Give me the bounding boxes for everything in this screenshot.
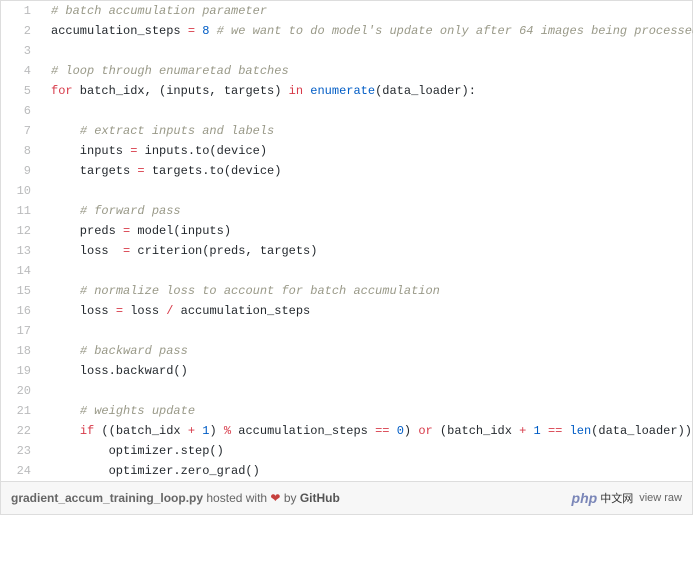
filename-link[interactable]: gradient_accum_training_loop.py — [11, 491, 203, 505]
code-line: 13 loss = criterion(preds, targets) — [1, 241, 692, 261]
line-number: 17 — [1, 321, 41, 341]
code-content: # extract inputs and labels — [41, 121, 274, 141]
heart-icon: ❤ — [270, 491, 280, 505]
gist-container: 1# batch accumulation parameter2accumula… — [0, 0, 693, 515]
line-number: 1 — [1, 1, 41, 21]
code-line: 12 preds = model(inputs) — [1, 221, 692, 241]
code-line: 15 # normalize loss to account for batch… — [1, 281, 692, 301]
code-line: 5for batch_idx, (inputs, targets) in enu… — [1, 81, 692, 101]
line-number: 11 — [1, 201, 41, 221]
line-number: 24 — [1, 461, 41, 481]
line-number: 3 — [1, 41, 41, 61]
logo-cn-text: 中文网 — [600, 490, 633, 506]
line-number: 23 — [1, 441, 41, 461]
code-area: 1# batch accumulation parameter2accumula… — [1, 1, 692, 481]
code-content: # loop through enumaretad batches — [41, 61, 289, 81]
footer-left: gradient_accum_training_loop.py hosted w… — [11, 491, 340, 505]
code-content: if ((batch_idx + 1) % accumulation_steps… — [41, 421, 693, 441]
line-number: 18 — [1, 341, 41, 361]
code-line: 19 loss.backward() — [1, 361, 692, 381]
code-line: 20 — [1, 381, 692, 401]
by-text: by — [280, 491, 299, 505]
code-line: 23 optimizer.step() — [1, 441, 692, 461]
view-raw-link[interactable]: view raw — [639, 492, 682, 504]
code-content: # batch accumulation parameter — [41, 1, 267, 21]
hosted-text: hosted with — [203, 491, 270, 505]
code-content — [41, 261, 51, 281]
code-content: # weights update — [41, 401, 195, 421]
footer-right: php 中文网 view raw — [572, 490, 682, 506]
line-number: 16 — [1, 301, 41, 321]
code-content: # normalize loss to account for batch ac… — [41, 281, 440, 301]
line-number: 20 — [1, 381, 41, 401]
code-line: 2accumulation_steps = 8 # we want to do … — [1, 21, 692, 41]
code-content — [41, 181, 51, 201]
code-line: 14 — [1, 261, 692, 281]
code-content: loss = loss / accumulation_steps — [41, 301, 310, 321]
line-number: 7 — [1, 121, 41, 141]
php-logo[interactable]: php 中文网 — [572, 490, 634, 506]
line-number: 13 — [1, 241, 41, 261]
code-content: # forward pass — [41, 201, 181, 221]
github-link[interactable]: GitHub — [300, 491, 340, 505]
code-content — [41, 381, 51, 401]
code-line: 1# batch accumulation parameter — [1, 1, 692, 21]
code-line: 24 optimizer.zero_grad() — [1, 461, 692, 481]
code-content: for batch_idx, (inputs, targets) in enum… — [41, 81, 476, 101]
code-line: 17 — [1, 321, 692, 341]
line-number: 19 — [1, 361, 41, 381]
gist-footer: gradient_accum_training_loop.py hosted w… — [1, 481, 692, 514]
line-number: 22 — [1, 421, 41, 441]
code-line: 16 loss = loss / accumulation_steps — [1, 301, 692, 321]
code-content: preds = model(inputs) — [41, 221, 231, 241]
code-line: 10 — [1, 181, 692, 201]
code-line: 4# loop through enumaretad batches — [1, 61, 692, 81]
code-content: accumulation_steps = 8 # we want to do m… — [41, 21, 693, 41]
code-line: 9 targets = targets.to(device) — [1, 161, 692, 181]
code-line: 7 # extract inputs and labels — [1, 121, 692, 141]
line-number: 6 — [1, 101, 41, 121]
line-number: 2 — [1, 21, 41, 41]
code-content: # backward pass — [41, 341, 188, 361]
code-content: loss.backward() — [41, 361, 188, 381]
code-content — [41, 41, 51, 61]
logo-php-text: php — [572, 490, 598, 506]
code-content: inputs = inputs.to(device) — [41, 141, 267, 161]
line-number: 4 — [1, 61, 41, 81]
line-number: 9 — [1, 161, 41, 181]
line-number: 12 — [1, 221, 41, 241]
code-content: targets = targets.to(device) — [41, 161, 281, 181]
code-line: 6 — [1, 101, 692, 121]
code-line: 8 inputs = inputs.to(device) — [1, 141, 692, 161]
code-content — [41, 101, 51, 121]
line-number: 5 — [1, 81, 41, 101]
code-line: 21 # weights update — [1, 401, 692, 421]
line-number: 15 — [1, 281, 41, 301]
code-content: optimizer.zero_grad() — [41, 461, 260, 481]
line-number: 10 — [1, 181, 41, 201]
code-content — [41, 321, 51, 341]
code-content: loss = criterion(preds, targets) — [41, 241, 317, 261]
code-line: 18 # backward pass — [1, 341, 692, 361]
line-number: 21 — [1, 401, 41, 421]
code-line: 22 if ((batch_idx + 1) % accumulation_st… — [1, 421, 692, 441]
line-number: 8 — [1, 141, 41, 161]
line-number: 14 — [1, 261, 41, 281]
code-line: 3 — [1, 41, 692, 61]
code-line: 11 # forward pass — [1, 201, 692, 221]
code-content: optimizer.step() — [41, 441, 224, 461]
